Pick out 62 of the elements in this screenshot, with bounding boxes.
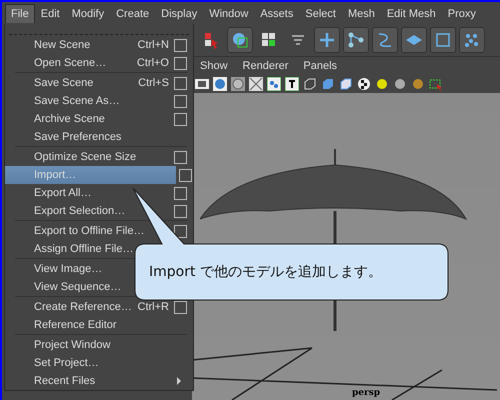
camera-label: persp (352, 388, 380, 398)
callout-text: Import で他のモデルを追加します。 (149, 263, 382, 281)
menu-item[interactable]: Optimize Scene Size (5, 148, 193, 166)
panel-menu-item[interactable]: Show (200, 60, 228, 72)
cube-icon[interactable] (339, 77, 353, 91)
shiny-sphere-icon[interactable] (411, 77, 425, 91)
menu-bar-item[interactable]: Select (299, 4, 342, 22)
solid-cube-icon[interactable] (321, 77, 335, 91)
shaded-sphere-icon[interactable] (213, 77, 227, 91)
menu-item[interactable]: Save Preferences (5, 128, 193, 146)
option-box[interactable] (179, 169, 192, 182)
menu-bar-item[interactable]: Mesh (342, 4, 381, 22)
plus-icon[interactable] (314, 27, 340, 53)
menu-item[interactable]: New Scene Ctrl+N (5, 36, 193, 54)
menu-bar-item[interactable]: Proxy (442, 4, 482, 22)
square-icon[interactable] (430, 27, 456, 53)
menu-item[interactable]: Export All… (5, 184, 193, 202)
menu-item[interactable]: Save Scene Ctrl+S (5, 74, 193, 92)
menu-bar-item[interactable]: Display (155, 4, 204, 22)
option-box[interactable] (174, 56, 187, 70)
menu-bar-item[interactable]: Modify (66, 4, 110, 22)
circle-icon[interactable] (231, 77, 245, 91)
points-icon[interactable] (267, 77, 281, 91)
option-box[interactable] (174, 300, 187, 314)
menu-bar-item[interactable]: Assets (254, 4, 300, 22)
plane-icon[interactable] (401, 27, 427, 53)
menu-bar-item[interactable]: File (5, 4, 35, 22)
menu-item[interactable]: Save Scene As… (5, 92, 193, 110)
menu-item[interactable]: Open Scene… Ctrl+O (5, 54, 193, 72)
option-box[interactable] (174, 94, 187, 108)
cross-grid-icon[interactable] (249, 77, 263, 91)
menu-bar-item[interactable]: Edit Mesh (380, 4, 442, 22)
panel-menu-item[interactable]: Renderer (242, 60, 288, 72)
option-box[interactable] (174, 112, 187, 126)
menu-item[interactable]: Project Window (5, 336, 193, 354)
option-box[interactable] (174, 204, 187, 218)
menu-item[interactable]: Create Reference… Ctrl+R (5, 298, 193, 316)
menu-bar-item[interactable]: Edit (34, 4, 66, 22)
vertex-icon[interactable] (343, 27, 369, 53)
wire-cube-icon[interactable] (303, 77, 317, 91)
glow-sphere-icon[interactable] (375, 77, 389, 91)
menu-item[interactable]: Export Selection… (5, 202, 193, 220)
matte-sphere-icon[interactable] (393, 77, 407, 91)
option-box[interactable] (174, 38, 187, 52)
select-frame-icon[interactable] (429, 77, 443, 91)
curve-icon[interactable] (372, 27, 398, 53)
option-box[interactable] (174, 76, 187, 90)
submenu-arrow-icon (177, 377, 181, 385)
panel-menu-item[interactable]: Panels (303, 60, 338, 72)
sphere-select-icon[interactable] (227, 27, 253, 53)
menu-item[interactable]: Recent Files (5, 372, 193, 390)
dots-icon[interactable] (459, 27, 485, 53)
menu-item[interactable]: Set Project… (5, 354, 193, 372)
option-box[interactable] (174, 186, 187, 200)
menu-bar-item[interactable]: Create (110, 4, 156, 22)
checker-ball-icon[interactable] (357, 77, 371, 91)
menu-bar-item[interactable]: Window (203, 4, 254, 22)
option-box[interactable] (174, 150, 187, 164)
text-t-icon[interactable] (285, 77, 299, 91)
menu-item[interactable]: Archive Scene (5, 110, 193, 128)
film-icon[interactable] (195, 77, 209, 91)
menu-item[interactable]: Reference Editor (5, 316, 193, 334)
